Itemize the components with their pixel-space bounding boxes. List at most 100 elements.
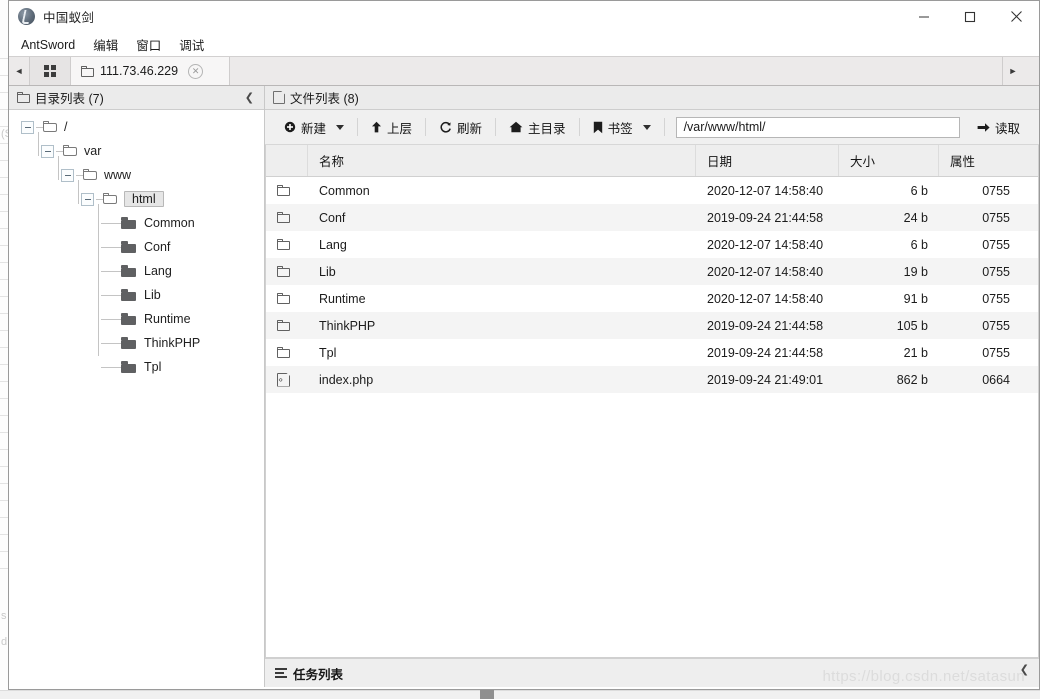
chevron-up-icon[interactable]: ❮ [1020, 663, 1029, 676]
folder-icon [277, 347, 290, 358]
maximize-icon[interactable] [947, 1, 993, 32]
chevron-left-icon[interactable]: ◄ [9, 57, 30, 85]
table-row[interactable]: ThinkPHP 2019-09-24 21:44:58 105 b 0755 [266, 312, 1038, 339]
tree-node-runtime[interactable]: Runtime [9, 307, 264, 331]
tree-node-[interactable]: / [9, 115, 264, 139]
read-button-label: 读取 [994, 121, 1020, 136]
column-header-date[interactable]: 日期 [696, 145, 839, 176]
row-date: 2020-12-07 14:58:40 [707, 264, 824, 279]
table-row[interactable]: Runtime 2020-12-07 14:58:40 91 b 0755 [266, 285, 1038, 312]
chevron-down-icon[interactable] [642, 124, 651, 130]
row-icon-cell [266, 347, 308, 358]
bookmark-icon [593, 121, 602, 133]
tab-strip-endcap [1023, 57, 1039, 85]
tree-connector [98, 204, 99, 356]
file-panel-header: 文件列表 (8) [265, 86, 1039, 110]
table-row[interactable]: Lib 2020-12-07 14:58:40 19 b 0755 [266, 258, 1038, 285]
tree-node-label: / [64, 120, 68, 134]
refresh-button[interactable]: 刷新 [428, 115, 493, 139]
file-table-body: Common 2020-12-07 14:58:40 6 b 0755 Conf 2019… [266, 177, 1038, 393]
tree-toggle-collapse-icon[interactable] [21, 120, 34, 134]
folder-icon [121, 265, 137, 277]
row-name: ThinkPHP [319, 318, 376, 333]
tree-node-label: Lib [144, 288, 161, 302]
tree-node-conf[interactable]: Conf [9, 235, 264, 259]
tree-node-label: html [124, 191, 164, 207]
tree-node-html[interactable]: html [9, 187, 264, 211]
row-name: Runtime [319, 291, 366, 306]
chevron-left-icon[interactable]: ❮ [245, 91, 258, 104]
scrollbar-thumb[interactable] [480, 690, 494, 699]
table-row[interactable]: Tpl 2019-09-24 21:44:58 21 b 0755 [266, 339, 1038, 366]
row-attr: 0755 [982, 237, 1010, 252]
minimize-icon[interactable] [901, 1, 947, 32]
arrow-right-icon [977, 122, 990, 132]
task-list-label[interactable]: 任务列表 [293, 664, 343, 683]
path-input[interactable]: /var/www/html/ [675, 116, 960, 138]
tree-node-lib[interactable]: Lib [9, 283, 264, 307]
table-row[interactable]: Lang 2020-12-07 14:58:40 6 b 0755 [266, 231, 1038, 258]
folder-icon [121, 313, 137, 325]
home-icon [509, 121, 523, 133]
column-header-size[interactable]: 大小 [839, 145, 939, 176]
column-header-name[interactable]: 名称 [308, 145, 696, 176]
tree-node-label: Lang [144, 264, 172, 278]
toolbar-divider [495, 118, 497, 136]
up-button[interactable]: 上层 [360, 115, 423, 139]
antsword-window: 中国蚁剑 AntSword 编辑 窗口 调试 ◄ 111.73.46.229 ✕ [8, 0, 1040, 690]
row-date: 2020-12-07 14:58:40 [707, 291, 824, 306]
directory-tree[interactable]: / var www html Common Conf Lang Lib Runtime Think… [9, 110, 264, 687]
tree-node-common[interactable]: Common [9, 211, 264, 235]
home-button-label: 主目录 [528, 121, 566, 136]
row-attr: 0755 [982, 183, 1010, 198]
row-size: 21 b [903, 345, 928, 360]
tree-connector [101, 270, 121, 272]
chevron-right-icon[interactable]: ► [1002, 57, 1023, 85]
tree-connector [101, 294, 121, 296]
row-size: 91 b [903, 291, 928, 306]
bookmark-button[interactable]: 书签 [582, 115, 662, 139]
menu-item-debug[interactable]: 调试 [170, 33, 213, 56]
tree-connector [76, 174, 83, 176]
row-name: Conf [319, 210, 346, 225]
row-date: 2019-09-24 21:44:58 [707, 345, 824, 360]
column-header-attr[interactable]: 属性 [939, 145, 1038, 176]
table-row[interactable]: Conf 2019-09-24 21:44:58 24 b 0755 [266, 204, 1038, 231]
chevron-down-icon[interactable] [336, 124, 345, 130]
grid-view-icon[interactable] [30, 57, 71, 85]
tree-toggle-collapse-icon[interactable] [81, 192, 94, 206]
tree-node-tpl[interactable]: Tpl [9, 355, 264, 379]
directory-panel: 目录列表 (7) ❮ / var www html Common Conf Lang Lib R… [9, 86, 265, 687]
home-button[interactable]: 主目录 [498, 115, 577, 139]
close-circle-icon[interactable]: ✕ [188, 63, 204, 79]
folder-icon [83, 169, 98, 181]
row-name: Tpl [319, 345, 337, 360]
new-button[interactable]: 新建 [273, 115, 355, 139]
row-attr: 0755 [982, 210, 1010, 225]
outer-horizontal-scrollbar[interactable] [0, 690, 1040, 699]
read-button[interactable]: 读取 [966, 115, 1031, 139]
main-content: 目录列表 (7) ❮ / var www html Common Conf Lang Lib R… [9, 86, 1039, 687]
tree-toggle-collapse-icon[interactable] [61, 168, 74, 182]
table-row[interactable]: index.php 2019-09-24 21:49:01 862 b 0664 [266, 366, 1038, 393]
tree-node-var[interactable]: var [9, 139, 264, 163]
tree-node-thinkphp[interactable]: ThinkPHP [9, 331, 264, 355]
tree-node-www[interactable]: www [9, 163, 264, 187]
row-date: 2019-09-24 21:49:01 [707, 372, 824, 387]
close-icon[interactable] [993, 1, 1039, 32]
antsword-logo-icon [18, 8, 35, 25]
menu-item-edit[interactable]: 编辑 [84, 33, 127, 56]
row-name: Lang [319, 237, 347, 252]
row-size: 862 b [896, 372, 928, 387]
directory-panel-title: 目录列表 (7) [35, 92, 104, 106]
menu-item-window[interactable]: 窗口 [127, 33, 170, 56]
refresh-icon [440, 121, 451, 133]
folder-icon [121, 361, 137, 373]
tree-node-lang[interactable]: Lang [9, 259, 264, 283]
menu-item-antsword[interactable]: AntSword [18, 36, 84, 54]
column-header-icon[interactable] [266, 145, 308, 176]
tree-toggle-collapse-icon[interactable] [41, 144, 54, 158]
table-row[interactable]: Common 2020-12-07 14:58:40 6 b 0755 [266, 177, 1038, 204]
folder-icon [121, 289, 137, 301]
tab-111-73-46-229[interactable]: 111.73.46.229 ✕ [71, 57, 230, 85]
